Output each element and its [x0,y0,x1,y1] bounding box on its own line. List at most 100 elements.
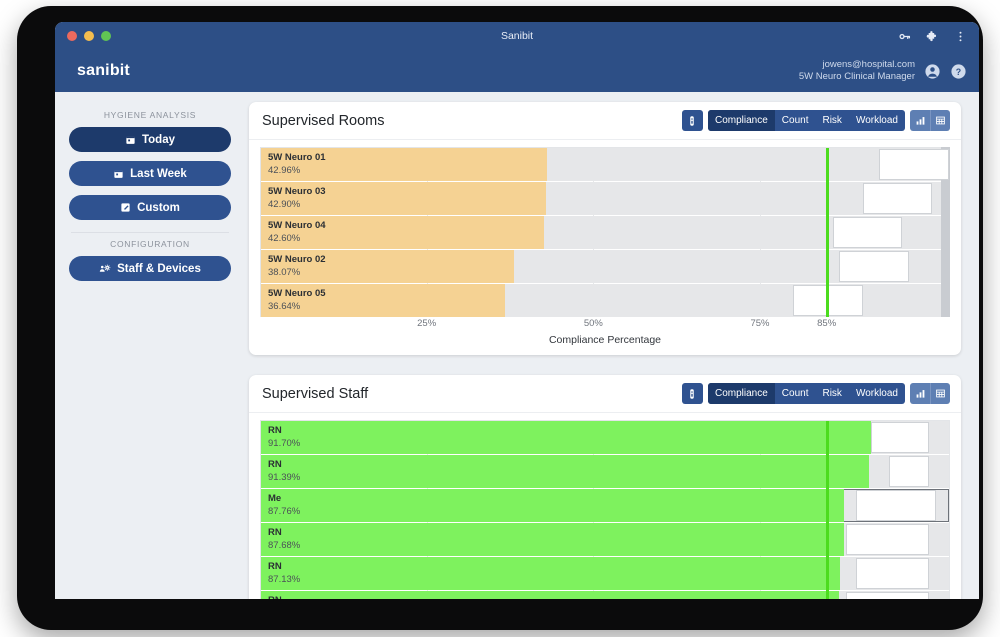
user-account-block[interactable]: jowens@hospital.com 5W Neuro Clinical Ma… [799,59,967,83]
metric-compliance[interactable]: Compliance [707,110,775,131]
dispenser-icon[interactable] [681,383,703,404]
chart-scrollbar[interactable] [941,420,950,599]
card-toolbar: Compliance Count Risk Workload [681,383,950,404]
rooms-chart: 5W Neuro 01 42.96% 5W Neuro 03 42.90% 5W Neu… [249,140,961,317]
view-toggle[interactable] [910,383,950,404]
chart-bar-row[interactable]: Me 87.76% [261,489,949,522]
bar-fill [261,182,547,215]
metric-workload[interactable]: Workload [849,383,905,404]
card-supervised-staff: Supervised Staff Compliance Count Risk W… [249,375,961,599]
bar-tooltip-box [870,422,930,453]
bar-tooltip-box [832,217,903,248]
help-circle-icon[interactable]: ? [950,63,967,80]
calendar-icon [125,134,136,145]
dispenser-icon[interactable] [681,110,703,131]
key-icon[interactable] [898,30,911,43]
metric-count[interactable]: Count [775,110,816,131]
chart-bar-row[interactable]: 5W Neuro 05 36.64% [261,284,949,317]
bar-fill [261,284,505,317]
sidebar-item-label: Last Week [130,167,187,180]
user-role: 5W Neuro Clinical Manager [798,71,915,82]
kebab-menu-icon[interactable] [954,30,967,43]
sidebar-item-label: Staff & Devices [117,262,201,275]
chart-bar-row[interactable]: RN 91.39% [261,455,949,488]
axis-tick-label: 50% [583,318,603,329]
staff-chart: RN 91.70% RN 91.39% Me 87.76% RN 87.68% RN 87.13%… [249,413,961,599]
chart-bar-row[interactable]: RN [261,591,949,599]
sidebar-item-custom[interactable]: Custom [69,195,231,220]
main-content: Supervised Rooms Compliance Count Risk W… [245,92,979,599]
metric-risk[interactable]: Risk [815,110,848,131]
chart-bar-row[interactable]: 5W Neuro 04 42.60% [261,216,949,249]
edit-square-icon [120,202,131,213]
metric-segmented-control[interactable]: Compliance Count Risk Workload [707,110,905,131]
extension-puzzle-icon[interactable] [926,30,939,43]
app-header: sanibit jowens@hospital.com 5W Neuro Cli… [55,50,979,92]
bar-tooltip-box [889,456,930,487]
metric-workload[interactable]: Workload [849,110,905,131]
sidebar-item-today[interactable]: Today [69,127,231,152]
sidebar-section-caption-configuration: CONFIGURATION [110,239,190,249]
metric-segmented-control[interactable]: Compliance Count Risk Workload [707,383,905,404]
sidebar-item-staff-and-devices[interactable]: Staff & Devices [69,256,231,281]
sidebar-item-label: Custom [137,201,180,214]
card-header: Supervised Rooms Compliance Count Risk W… [249,102,961,140]
table-grid-icon[interactable] [930,110,950,131]
target-threshold-line [826,148,830,317]
sidebar-item-label: Today [141,133,175,146]
user-email: jowens@hospital.com [822,59,915,71]
browser-title-bar: Sanibit [55,22,979,50]
sidebar-item-last-week[interactable]: Last Week [69,161,231,186]
view-toggle[interactable] [910,110,950,131]
metric-compliance[interactable]: Compliance [707,383,775,404]
chart-bar-row[interactable]: RN 87.68% [261,523,949,556]
bar-tooltip-box [879,149,949,180]
window-controls[interactable] [67,31,111,41]
axis-tick-label: 75% [750,318,770,329]
close-window-button[interactable] [67,31,77,41]
window-title: Sanibit [500,30,534,42]
axis-tick-label: 25% [417,318,437,329]
chart-bar-row[interactable]: RN 91.70% [261,421,949,454]
minimize-window-button[interactable] [84,31,94,41]
bar-fill [261,591,839,599]
bar-fill [261,455,869,488]
bar-tooltip-box [862,183,933,214]
people-gear-icon [99,263,111,275]
bar-tooltip-box [855,490,936,521]
maximize-window-button[interactable] [101,31,111,41]
app-body: HYGIENE ANALYSIS Today Last Week Custom … [55,92,979,599]
bar-tooltip-box [855,558,930,589]
metric-risk[interactable]: Risk [815,383,848,404]
bar-chart-icon[interactable] [910,383,930,404]
bar-fill [261,421,871,454]
chart-bar-row[interactable]: 5W Neuro 01 42.96% [261,148,949,181]
metric-count[interactable]: Count [775,383,816,404]
svg-text:?: ? [956,66,961,76]
app-logo[interactable]: sanibit [77,62,130,80]
bar-tooltip-box [845,524,930,555]
bar-fill [261,557,841,590]
rooms-plot-area: 5W Neuro 01 42.96% 5W Neuro 03 42.90% 5W Neu… [260,147,950,317]
calendar-icon [113,168,124,179]
bar-fill [261,148,547,181]
bar-tooltip-box [845,592,930,599]
axis-tick-label: 85% [817,318,837,329]
staff-plot-area: RN 91.70% RN 91.39% Me 87.76% RN 87.68% RN 87.13%… [260,420,950,599]
card-toolbar: Compliance Count Risk Workload [681,110,950,131]
bar-fill [261,489,845,522]
browser-window: Sanibit sanibit jowens@hospital.com 5W N… [55,22,979,599]
account-circle-icon[interactable] [924,63,941,80]
sidebar-divider [71,232,229,233]
chart-bar-row[interactable]: RN 87.13% [261,557,949,590]
table-grid-icon[interactable] [930,383,950,404]
chart-bar-row[interactable]: 5W Neuro 02 38.07% [261,250,949,283]
sidebar: HYGIENE ANALYSIS Today Last Week Custom … [55,92,245,599]
chart-bar-row[interactable]: 5W Neuro 03 42.90% [261,182,949,215]
rooms-axis-label: Compliance Percentage [548,334,662,346]
bar-chart-icon[interactable] [910,110,930,131]
card-header: Supervised Staff Compliance Count Risk W… [249,375,961,413]
card-supervised-rooms: Supervised Rooms Compliance Count Risk W… [249,102,961,355]
bar-fill [261,523,844,556]
device-frame: Sanibit sanibit jowens@hospital.com 5W N… [17,6,983,630]
